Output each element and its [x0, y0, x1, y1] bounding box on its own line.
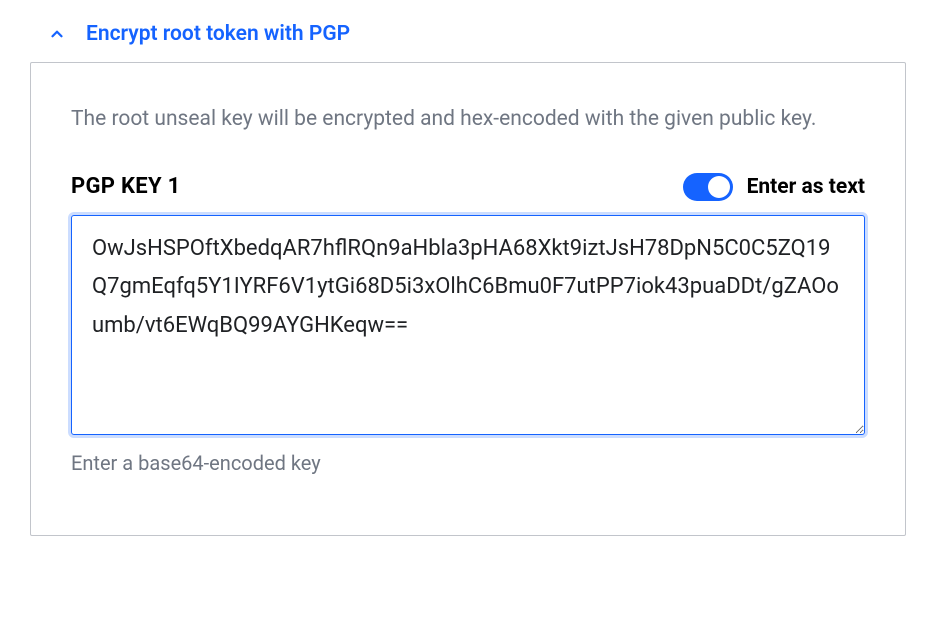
accordion-header[interactable]: Encrypt root token with PGP — [30, 8, 906, 60]
toggle-wrap: Enter as text — [683, 173, 865, 201]
field-header-row: PGP KEY 1 Enter as text — [71, 173, 865, 201]
toggle-knob — [708, 176, 730, 198]
panel-description: The root unseal key will be encrypted an… — [71, 103, 865, 137]
toggle-label: Enter as text — [747, 175, 865, 199]
chevron-up-icon — [48, 25, 66, 43]
pgp-key-textarea[interactable] — [71, 215, 865, 435]
pgp-key-label: PGP KEY 1 — [71, 174, 181, 199]
helper-text: Enter a base64-encoded key — [71, 451, 865, 475]
accordion-panel: The root unseal key will be encrypted an… — [30, 62, 906, 536]
enter-as-text-toggle[interactable] — [683, 173, 733, 201]
accordion-title: Encrypt root token with PGP — [86, 22, 350, 46]
